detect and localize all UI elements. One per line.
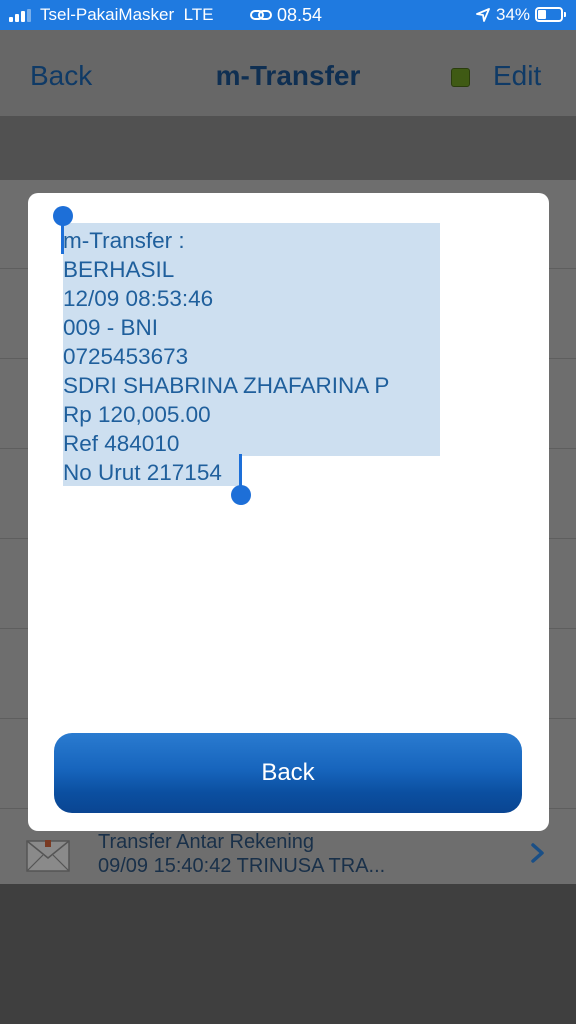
location-arrow-icon [476, 8, 490, 22]
network-label: LTE [183, 5, 214, 24]
transfer-result-dialog: m-Transfer : BERHASIL 12/09 08:53:46 009… [28, 193, 549, 831]
bottom-area [0, 884, 576, 1024]
message-line-amount: Rp 120,005.00 [63, 402, 211, 427]
message-line-sequence: No Urut 217154 [63, 460, 222, 485]
selection-start-caret [61, 222, 64, 254]
message-line-recipient: SDRI SHABRINA ZHAFARINA P [63, 373, 390, 398]
message-line-ref: Ref 484010 [63, 431, 180, 456]
message-line-datetime: 12/09 08:53:46 [63, 286, 214, 311]
chevron-right-icon [531, 843, 544, 863]
message-line-bank: 009 - BNI [63, 315, 159, 340]
transfer-message[interactable]: m-Transfer : BERHASIL 12/09 08:53:46 009… [63, 226, 483, 487]
status-bar: Tsel-PakaiMasker LTE 08.54 34% [0, 0, 576, 30]
message-line-account: 0725453673 [63, 344, 189, 369]
nav-edit-button[interactable]: Edit [493, 60, 541, 92]
signal-bars-icon [9, 9, 33, 22]
clock-time: 08.54 [277, 5, 323, 25]
navigation-bar: Back m-Transfer Edit [0, 30, 576, 116]
selection-end-handle[interactable] [231, 485, 251, 505]
list-item-title: Transfer Antar Rekening [98, 831, 315, 853]
selection-end-caret [239, 454, 242, 486]
status-indicator [451, 68, 470, 87]
list-item-subtitle: 09/09 15:40:42 TRINUSA TRA... [98, 855, 386, 877]
back-button[interactable]: Back [54, 733, 522, 813]
toolbar-strip [0, 116, 576, 180]
page-title: m-Transfer [215, 60, 361, 91]
battery-icon [535, 7, 566, 22]
link-icon [250, 10, 272, 20]
battery-percent: 34% [496, 5, 531, 24]
envelope-icon [26, 840, 70, 872]
message-line-status: BERHASIL [63, 257, 175, 282]
message-line-title: m-Transfer : [63, 228, 185, 253]
carrier-label: Tsel-PakaiMasker LTE [40, 5, 214, 24]
